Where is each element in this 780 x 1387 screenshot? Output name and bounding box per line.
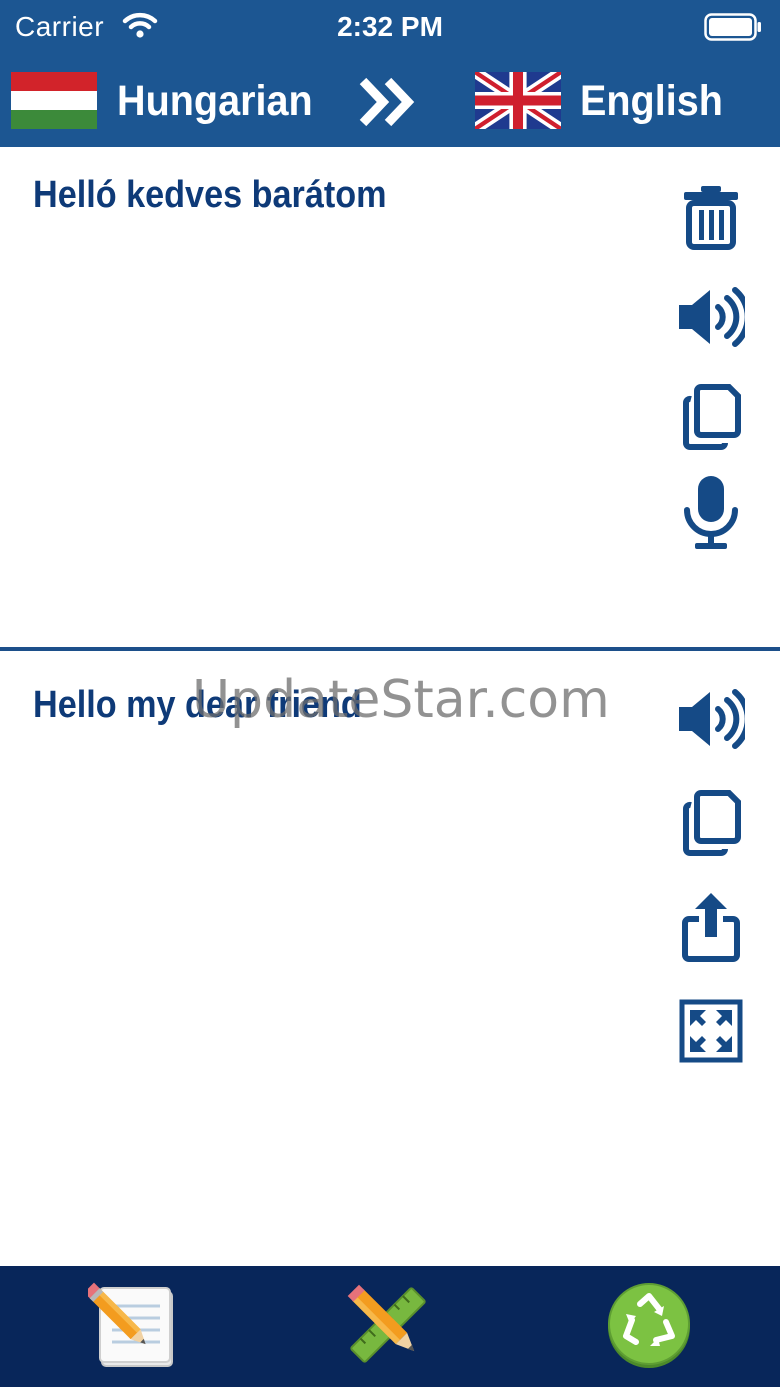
hungary-flag-icon[interactable] [11, 72, 97, 129]
fullscreen-button[interactable] [668, 988, 754, 1074]
source-language-label[interactable]: Hungarian [117, 74, 313, 128]
notes-icon [84, 1282, 173, 1367]
copy-icon [683, 790, 741, 856]
notes-tab[interactable] [84, 1280, 178, 1370]
recycle-tab[interactable] [604, 1280, 694, 1370]
copy-icon [683, 384, 741, 450]
tools-tab[interactable] [343, 1280, 433, 1370]
uk-flag-icon[interactable] [475, 72, 561, 129]
target-language-label[interactable]: English [580, 74, 723, 128]
language-header: Hungarian English [0, 56, 780, 147]
delete-button[interactable] [668, 174, 754, 260]
double-chevron-right-icon[interactable] [357, 75, 419, 129]
translation-text: Hello my dear friend [33, 684, 362, 726]
trash-icon [684, 186, 738, 250]
speaker-icon [679, 689, 745, 749]
speak-translation-button[interactable] [668, 676, 754, 762]
pencil-ruler-icon [347, 1284, 426, 1363]
copy-source-button[interactable] [668, 374, 754, 460]
share-button[interactable] [668, 884, 754, 970]
status-bar: Carrier 2:32 PM [0, 0, 780, 56]
copy-translation-button[interactable] [668, 780, 754, 866]
speak-source-button[interactable] [668, 274, 754, 360]
status-time: 2:32 PM [337, 11, 443, 42]
panel-divider [0, 647, 780, 651]
recycle-icon [608, 1283, 690, 1368]
share-icon [682, 893, 740, 962]
speaker-icon [679, 287, 745, 347]
bottom-tab-bar [0, 1266, 780, 1387]
microphone-icon [684, 476, 738, 549]
fullscreen-icon [679, 999, 743, 1063]
source-text-input[interactable]: Helló kedves barátom [33, 171, 387, 219]
battery-icon [704, 13, 761, 41]
microphone-button[interactable] [668, 470, 754, 556]
